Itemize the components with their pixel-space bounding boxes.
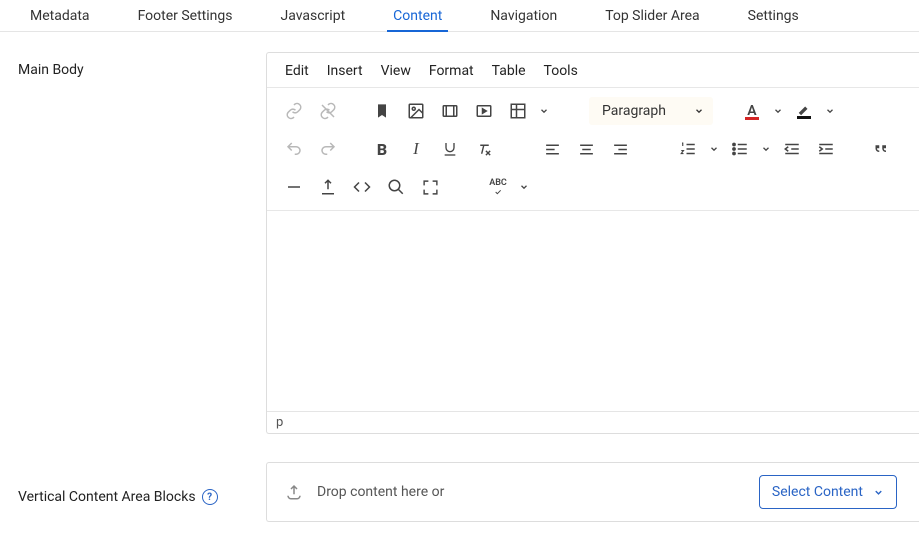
upload-cloud-icon [285,483,303,501]
content-dropzone[interactable]: Drop content here or Select Content [266,462,919,522]
editor-toolbar: Paragraph A [267,87,919,211]
content-area-label: Vertical Content Area Blocks [18,489,196,505]
main-body-label: Main Body [18,52,260,434]
align-right-icon[interactable] [605,134,635,164]
tab-navigation[interactable]: Navigation [470,1,577,31]
content-area-label-wrap: Vertical Content Area Blocks ? [18,462,260,522]
table-dropdown-icon[interactable] [537,96,551,126]
select-content-label: Select Content [772,484,863,500]
menu-format[interactable]: Format [429,63,474,79]
rich-text-editor: Edit Insert View Format Table Tools [266,52,919,434]
tab-content[interactable]: Content [373,1,462,31]
search-icon[interactable] [381,172,411,202]
outdent-icon[interactable] [777,134,807,164]
highlight-dropdown-icon[interactable] [823,96,837,126]
numbered-list-dropdown-icon[interactable] [707,134,721,164]
link-icon[interactable] [279,96,309,126]
menu-tools[interactable]: Tools [544,63,578,79]
align-center-icon[interactable] [571,134,601,164]
chevron-down-icon [873,487,884,498]
italic-icon[interactable]: I [401,134,431,164]
tab-settings[interactable]: Settings [728,1,819,31]
main-body-row: Main Body Edit Insert View Format Table … [0,32,919,434]
video-icon[interactable] [469,96,499,126]
align-left-icon[interactable] [537,134,567,164]
code-icon[interactable] [347,172,377,202]
table-icon[interactable] [503,96,533,126]
menu-table[interactable]: Table [492,63,526,79]
page-tabs: Metadata Footer Settings Javascript Cont… [0,0,919,32]
element-path-bar[interactable]: p [267,411,919,433]
bullet-list-icon[interactable] [725,134,755,164]
spellcheck-icon[interactable]: ABC [483,172,513,202]
clear-format-icon[interactable] [469,134,499,164]
select-content-button[interactable]: Select Content [759,475,897,509]
spellcheck-dropdown-icon[interactable] [517,172,531,202]
fullscreen-icon[interactable] [415,172,445,202]
dropzone-hint: Drop content here or [285,483,444,501]
format-select-label: Paragraph [602,103,666,119]
dropzone-text: Drop content here or [317,484,444,500]
menu-view[interactable]: View [381,63,411,79]
image-icon[interactable] [401,96,431,126]
menu-insert[interactable]: Insert [327,63,363,79]
editor-menubar: Edit Insert View Format Table Tools [267,53,919,87]
content-area-row: Vertical Content Area Blocks ? Drop cont… [0,434,919,522]
undo-icon[interactable] [279,134,309,164]
tab-metadata[interactable]: Metadata [10,1,110,31]
text-color-dropdown-icon[interactable] [771,96,785,126]
unlink-icon[interactable] [313,96,343,126]
menu-edit[interactable]: Edit [285,63,309,79]
tab-footer-settings[interactable]: Footer Settings [118,1,253,31]
image-settings-icon[interactable] [435,96,465,126]
tab-javascript[interactable]: Javascript [260,1,365,31]
blockquote-icon[interactable] [865,134,895,164]
editor-body[interactable] [267,211,919,411]
indent-icon[interactable] [811,134,841,164]
horizontal-rule-icon[interactable] [279,172,309,202]
format-select[interactable]: Paragraph [589,97,713,125]
upload-icon[interactable] [313,172,343,202]
bookmark-icon[interactable] [367,96,397,126]
bold-icon[interactable]: B [367,134,397,164]
tab-top-slider-area[interactable]: Top Slider Area [585,1,719,31]
numbered-list-icon[interactable] [673,134,703,164]
redo-icon[interactable] [313,134,343,164]
bullet-list-dropdown-icon[interactable] [759,134,773,164]
help-icon[interactable]: ? [202,489,218,505]
underline-icon[interactable] [435,134,465,164]
highlight-button[interactable] [789,96,819,126]
text-color-button[interactable]: A [737,96,767,126]
